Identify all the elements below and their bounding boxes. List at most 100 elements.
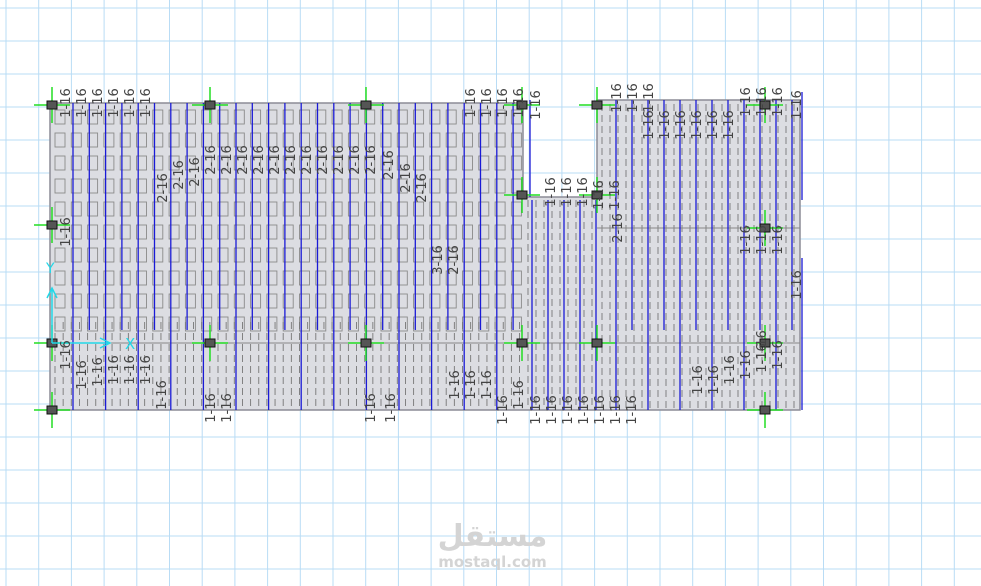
rebar-label: 1-16 (448, 370, 463, 400)
rebar-label: 1-16 (707, 365, 722, 395)
rebar-label: 1-16 (658, 110, 673, 140)
rebar-label: 2-16 (332, 145, 347, 175)
watermark-logo: مستقل mostaql.com (430, 519, 555, 571)
column-marker (591, 338, 603, 348)
axis-label-x: X (125, 335, 135, 353)
column-marker (46, 100, 58, 110)
rebar-label: 2-16 (220, 145, 235, 175)
rebar-label: 1-16 (755, 87, 770, 117)
rebar-label: 1-16 (626, 83, 641, 113)
rebar-label: 1-16 (739, 225, 754, 255)
rebar-label: 2-16 (236, 145, 251, 175)
rebar-label: 1-16 (691, 365, 706, 395)
rebar-label: 1-16 (91, 357, 106, 387)
rebar-label: 1-16 (107, 88, 122, 118)
rebar-label: 1-16 (610, 83, 625, 113)
rebar-label: 2-16 (300, 145, 315, 175)
rebar-label: 1-16 (771, 225, 786, 255)
rebar-label: 1-16 (592, 180, 607, 210)
rebar-label: 2-16 (188, 157, 203, 187)
rebar-label: 2-16 (284, 145, 299, 175)
watermark-latin: mostaql.com (438, 553, 547, 571)
rebar-label: 1-16 (75, 360, 90, 390)
column-marker (360, 338, 372, 348)
rebar-label: 2-16 (611, 213, 626, 243)
rebar-label: 1-16 (529, 90, 544, 120)
rebar-label: 1-16 (608, 180, 623, 210)
column-marker (591, 100, 603, 110)
rebar-label: 1-16 (739, 87, 754, 117)
rebar-label: 1-16 (576, 177, 591, 207)
column-marker (360, 100, 372, 110)
column-marker (46, 220, 58, 230)
rebar-label: 1-16 (690, 110, 705, 140)
rebar-label: 1-16 (155, 380, 170, 410)
rebar-label: 1-16 (706, 110, 721, 140)
rebar-label: 1-16 (512, 380, 527, 410)
rebar-label: 1-16 (560, 177, 575, 207)
rebar-label: 3-16 (431, 245, 446, 275)
rebar-label: 1-16 (496, 88, 511, 118)
rebar-label: 2-16 (252, 145, 267, 175)
rebar-label: 1-16 (561, 395, 576, 425)
rebar-label: 2-16 (415, 173, 430, 203)
rebar-label: 1-16 (59, 340, 74, 370)
rebar-label: 1-16 (512, 88, 527, 118)
rebar-label: 2-16 (364, 145, 379, 175)
rebar-label: 2-16 (204, 145, 219, 175)
rebar-label: 1-16 (480, 370, 495, 400)
rebar-label: 1-16 (139, 88, 154, 118)
watermark-arabic: مستقل (437, 519, 548, 554)
rebar-label: 1-16 (723, 355, 738, 385)
rebar-label: 2-16 (447, 245, 462, 275)
rebar-label: 1-16 (139, 355, 154, 385)
rebar-label: 1-16 (771, 87, 786, 117)
rebar-label: 1-16 (739, 350, 754, 380)
rebar-label: 2-16 (382, 150, 397, 180)
column-marker (46, 405, 58, 415)
rebar-label: 2-16 (156, 173, 171, 203)
axis-label-y: Y (45, 261, 55, 277)
rebar-label: 1-16 (771, 340, 786, 370)
rebar-label: 1-16 (364, 393, 379, 423)
rebar-label: 2-16 (348, 145, 363, 175)
rebar-label: 1-16 (220, 393, 235, 423)
rebar-label: 1-16 (464, 88, 479, 118)
rebar-label: 2-16 (399, 163, 414, 193)
rebar-label: 1-16 (609, 395, 624, 425)
rebar-label: 1-16 (593, 395, 608, 425)
column-marker (516, 338, 528, 348)
rebar-label: 2-16 (316, 145, 331, 175)
rebar-label: 1-16 (496, 395, 511, 425)
rebar-label: 1-16 (790, 90, 805, 120)
rebar-label: 1-16 (529, 395, 544, 425)
rebar-label: 1-16 (59, 88, 74, 118)
drawing-canvas[interactable]: X Y 1-16 1-16 1-16 1-16 1-16 1-16 2-16 2-16 2-16 2-… (0, 0, 981, 586)
rebar-label: 1-16 (107, 355, 122, 385)
rebar-label: 1-16 (91, 88, 106, 118)
rebar-label: 1-16 (464, 370, 479, 400)
rebar-label: 1-16 (674, 110, 689, 140)
rebar-label: 1-16 (59, 217, 74, 247)
rebar-label: 1-16 (755, 225, 770, 255)
rebar-label: 1-16 (642, 110, 657, 140)
slab-reinforcement-plan[interactable]: XY1-16 1-16 1-16 1-16 1-16 1-162-16 2-16 2-16 2-… (0, 0, 981, 586)
rebar-label: 1-16 (577, 395, 592, 425)
column-marker (759, 405, 771, 415)
rebar-label: 1-16 (790, 270, 805, 300)
rebar-label: 1-16 (755, 330, 770, 360)
rebar-label: 1-16 (75, 88, 90, 118)
column-marker (204, 100, 216, 110)
rebar-label: 2-16 (268, 145, 283, 175)
rebar-label: 1-16 (642, 83, 657, 113)
rebar-label: 1-16 (384, 393, 399, 423)
rebar-label: 1-16 (625, 395, 640, 425)
rebar-label: 2-16 (172, 160, 187, 190)
rebar-label: 1-16 (480, 88, 495, 118)
rebar-label: 1-16 (123, 88, 138, 118)
rebar-label: 1-16 (123, 355, 138, 385)
column-marker (204, 338, 216, 348)
rebar-label: 1-16 (545, 395, 560, 425)
rebar-label: 1-16 (544, 177, 559, 207)
rebar-label: 1-16 (722, 110, 737, 140)
